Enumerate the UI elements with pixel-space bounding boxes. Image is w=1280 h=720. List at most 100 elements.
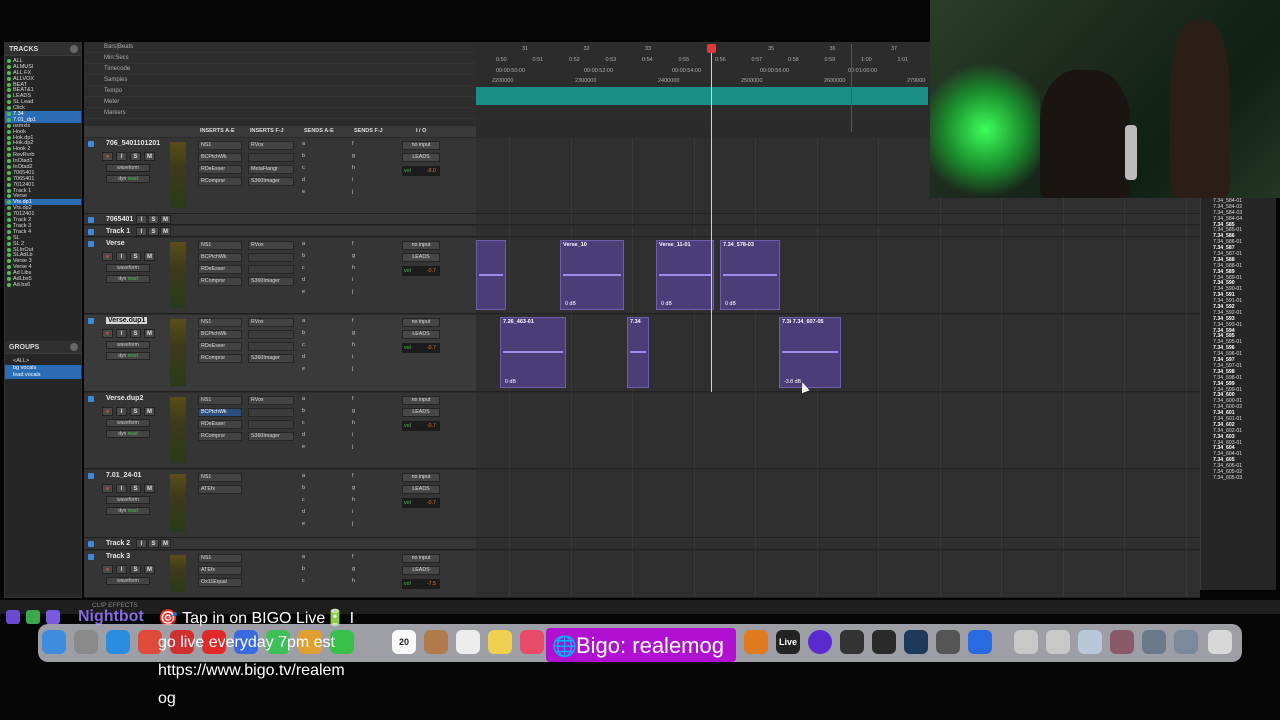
- audio-clip[interactable]: Verse_10 0 dB: [560, 240, 624, 310]
- contacts-icon[interactable]: [424, 630, 448, 654]
- group-list-item[interactable]: bg vocals: [5, 365, 81, 372]
- automation-mode-selector[interactable]: dyn read: [106, 175, 150, 183]
- audio-clip[interactable]: 7.34: [627, 317, 649, 388]
- send-slot[interactable]: e: [302, 366, 305, 372]
- insert-slot[interactable]: RComprsr: [198, 277, 242, 286]
- record-enable-button[interactable]: ●: [102, 329, 113, 338]
- track-active-icon[interactable]: [7, 229, 11, 234]
- send-slot[interactable]: d: [302, 509, 305, 515]
- input-selector[interactable]: no input: [402, 554, 440, 563]
- track-name[interactable]: Verse.dup1: [106, 317, 148, 324]
- send-slot[interactable]: b: [302, 566, 305, 572]
- input-selector[interactable]: no input: [402, 473, 440, 482]
- ruler-row-label[interactable]: Tempo: [84, 86, 476, 97]
- volume-control[interactable]: vol -0.7: [402, 421, 440, 431]
- track-header[interactable]: Verse.dup1 ● I S Mwaveform dyn read NS1 BCPtchW…: [84, 315, 476, 392]
- mute-button[interactable]: M: [144, 252, 155, 261]
- launchpad-icon[interactable]: [74, 630, 98, 654]
- track-active-icon[interactable]: [7, 88, 11, 93]
- send-slot[interactable]: b: [302, 153, 305, 159]
- send-slot[interactable]: f: [352, 318, 354, 324]
- input-monitor-button[interactable]: I: [116, 252, 127, 261]
- track-active-icon[interactable]: [7, 123, 11, 128]
- track-active-icon[interactable]: [7, 64, 11, 69]
- track-view-selector[interactable]: waveform: [106, 419, 150, 427]
- output-selector[interactable]: LEADS: [402, 330, 440, 339]
- send-slot[interactable]: j: [352, 189, 353, 195]
- ruler-row-label[interactable]: Markers: [84, 108, 476, 119]
- track-name[interactable]: Track 2: [106, 540, 130, 547]
- send-slot[interactable]: b: [302, 330, 305, 336]
- send-slot[interactable]: g: [352, 253, 355, 259]
- insert-slot[interactable]: RComprsr: [198, 432, 242, 441]
- send-slot[interactable]: h: [352, 342, 355, 348]
- insert-slot[interactable]: NS1: [198, 396, 242, 405]
- reminders-icon[interactable]: [456, 630, 480, 654]
- insert-slot[interactable]: RComprsr: [198, 354, 242, 363]
- track-header[interactable]: Track 2 ISM: [84, 538, 476, 550]
- send-slot[interactable]: d: [302, 277, 305, 283]
- track-active-icon[interactable]: [7, 276, 11, 281]
- insert-slot[interactable]: NS1: [198, 141, 242, 150]
- track-active-icon[interactable]: [7, 170, 11, 175]
- audio-clip[interactable]: 7.26_463-01 0 dB: [500, 317, 566, 388]
- ruler-row-label[interactable]: Timecode: [84, 64, 476, 75]
- solo-button[interactable]: S: [130, 252, 141, 261]
- insert-slot[interactable]: BCPtchWk: [198, 153, 242, 162]
- track-active-icon[interactable]: [7, 141, 11, 146]
- insert-slot[interactable]: NS1: [198, 318, 242, 327]
- record-enable-button[interactable]: ●: [102, 252, 113, 261]
- notes-icon[interactable]: [488, 630, 512, 654]
- track-header[interactable]: Verse ● I S Mwaveform dyn read NS1 BCPtchWk RDeE…: [84, 238, 476, 314]
- send-slot[interactable]: a: [302, 473, 305, 479]
- send-slot[interactable]: d: [302, 432, 305, 438]
- insert-slot[interactable]: [248, 330, 294, 339]
- input-selector[interactable]: no input: [402, 396, 440, 405]
- send-slot[interactable]: g: [352, 408, 355, 414]
- send-slot[interactable]: j: [352, 444, 353, 450]
- insert-slot[interactable]: MetaFlangr: [248, 165, 294, 174]
- send-slot[interactable]: d: [302, 177, 305, 183]
- insert-slot[interactable]: RVox: [248, 141, 294, 150]
- solo-button[interactable]: S: [148, 539, 159, 548]
- insert-slot[interactable]: [248, 153, 294, 162]
- send-slot[interactable]: a: [302, 141, 305, 147]
- track-active-icon[interactable]: [7, 206, 11, 211]
- track-header[interactable]: Track 3 ● I S Mwaveform NS1 ATEfx Ox11Equal a b c f…: [84, 551, 476, 598]
- insert-slot[interactable]: RVox: [248, 396, 294, 405]
- track-view-selector[interactable]: waveform: [106, 164, 150, 172]
- volume-control[interactable]: vol -0.7: [402, 498, 440, 508]
- track-lane[interactable]: [476, 470, 1200, 538]
- close-icon[interactable]: [70, 343, 78, 351]
- track-name[interactable]: 706_5401101201: [106, 140, 160, 147]
- playhead[interactable]: [711, 44, 712, 392]
- input-monitor-button[interactable]: I: [116, 329, 127, 338]
- input-monitor-button[interactable]: I: [136, 539, 147, 548]
- send-slot[interactable]: e: [302, 289, 305, 295]
- track-name[interactable]: 7065401: [106, 216, 133, 223]
- track-active-icon[interactable]: [7, 106, 11, 111]
- record-enable-button[interactable]: ●: [102, 407, 113, 416]
- track-active-icon[interactable]: [7, 223, 11, 228]
- send-slot[interactable]: f: [352, 554, 354, 560]
- input-selector[interactable]: no input: [402, 241, 440, 250]
- track-header[interactable]: 706_5401101201 ● I S Mwaveform dyn read NS1 BCP…: [84, 138, 476, 214]
- mute-button[interactable]: M: [144, 152, 155, 161]
- track-list-item[interactable]: Ad.bs6: [5, 282, 81, 288]
- send-slot[interactable]: h: [352, 420, 355, 426]
- send-slot[interactable]: j: [352, 366, 353, 372]
- timeline-ruler[interactable]: 31323334353637 0:500:510:520:530:540:550…: [476, 42, 928, 122]
- track-active-icon[interactable]: [7, 59, 11, 63]
- audio-clip[interactable]: 7.3i 7.34_607-05 -3.8 dB: [779, 317, 841, 388]
- send-slot[interactable]: g: [352, 330, 355, 336]
- ruler-row-label[interactable]: Samples: [84, 75, 476, 86]
- send-slot[interactable]: e: [302, 521, 305, 527]
- send-slot[interactable]: h: [352, 265, 355, 271]
- group-list-item[interactable]: lead vocals: [5, 372, 81, 379]
- solo-button[interactable]: S: [130, 407, 141, 416]
- insert-slot[interactable]: RVox: [248, 241, 294, 250]
- insert-slot[interactable]: S360Imager: [248, 277, 294, 286]
- send-slot[interactable]: c: [302, 578, 305, 584]
- input-monitor-button[interactable]: I: [116, 407, 127, 416]
- track-active-icon[interactable]: [7, 265, 11, 270]
